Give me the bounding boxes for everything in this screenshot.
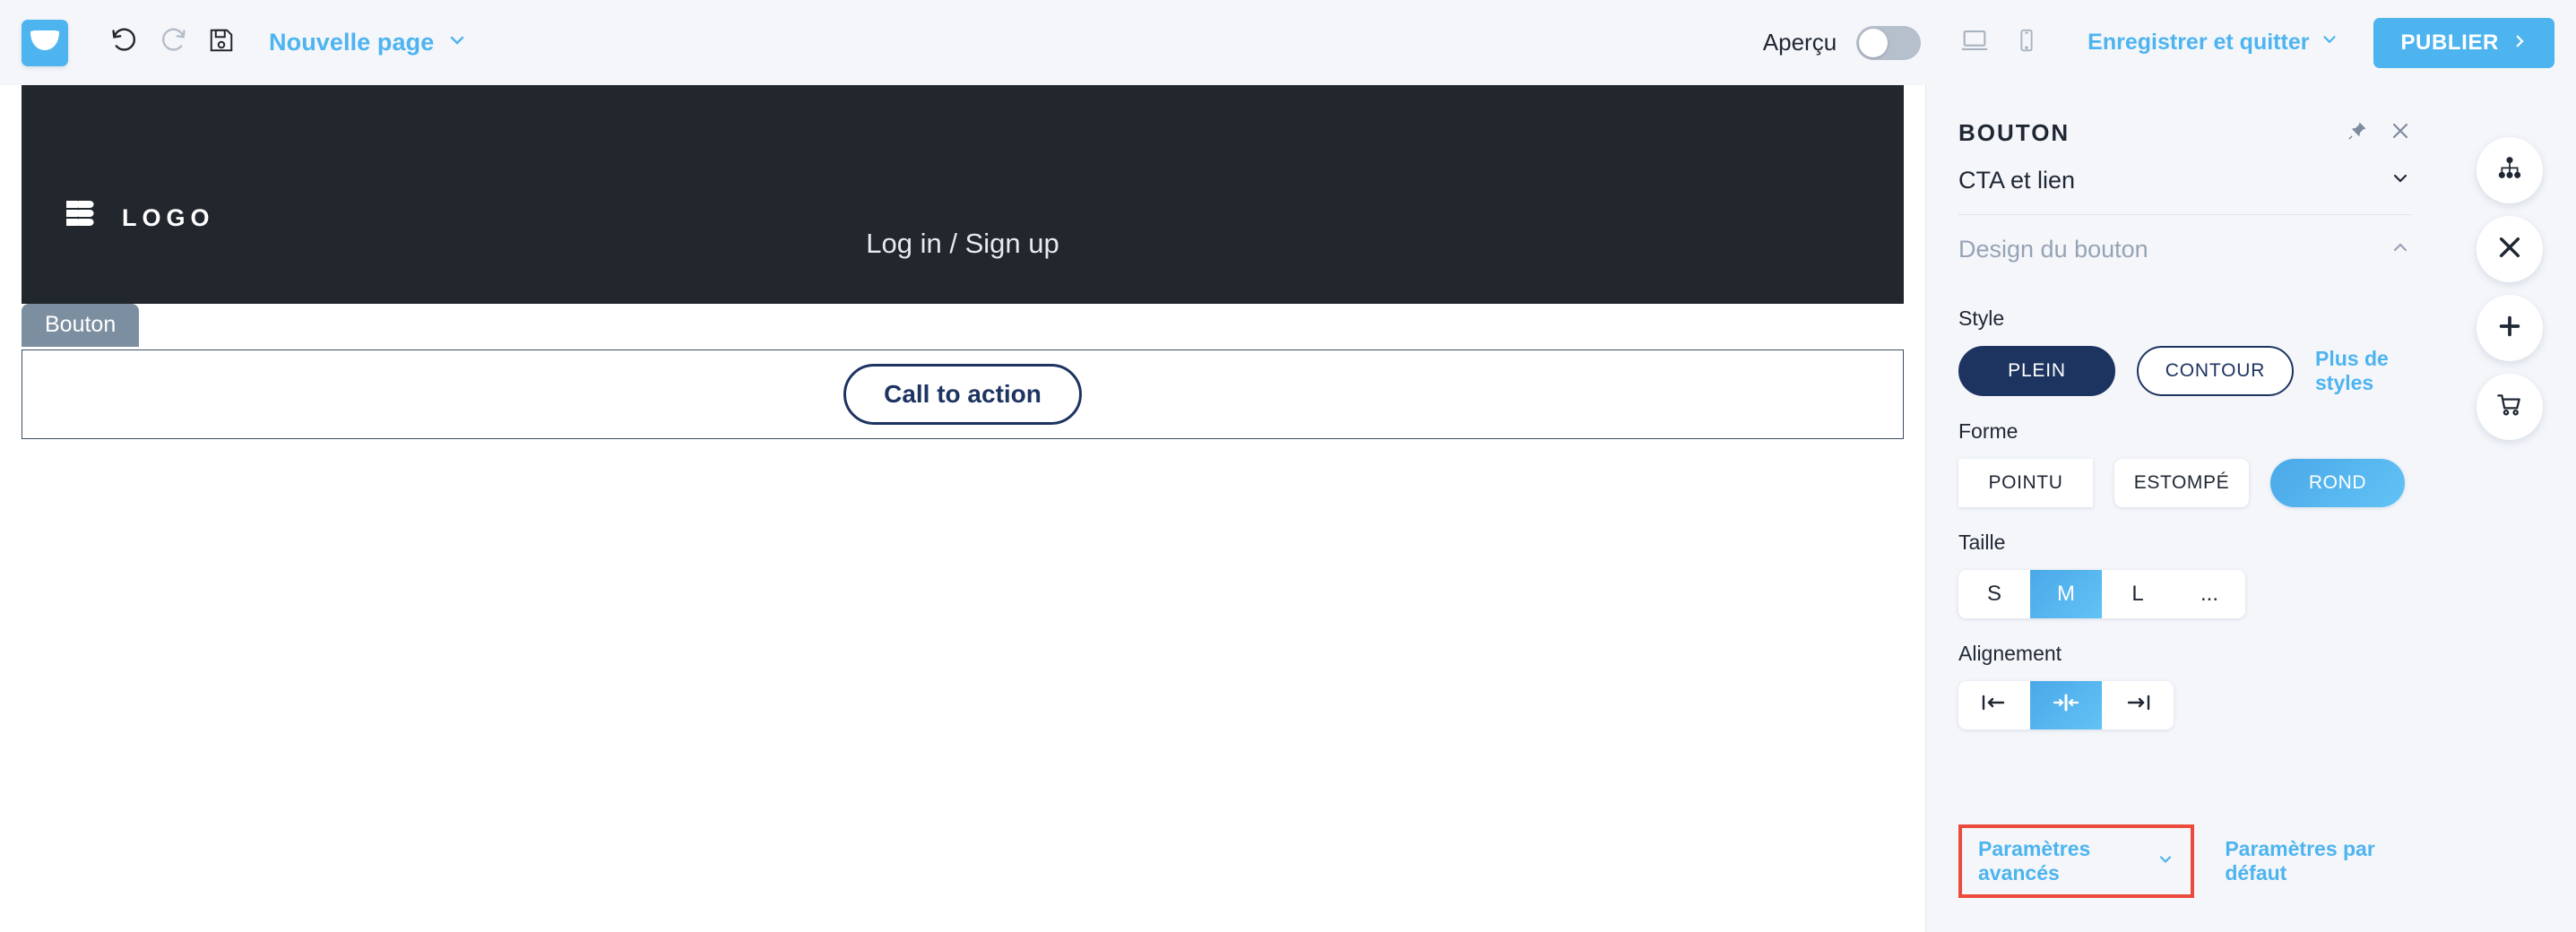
redo-button[interactable] bbox=[149, 19, 197, 67]
chevron-down-icon bbox=[2320, 30, 2339, 56]
site-header-block[interactable]: LOGO Log in / Sign up bbox=[22, 85, 1904, 304]
app-logo-button[interactable] bbox=[22, 19, 68, 66]
advanced-settings-button[interactable]: Paramètres avancés bbox=[1958, 824, 2195, 898]
redo-icon bbox=[158, 25, 188, 60]
alignement-option-center[interactable] bbox=[2030, 681, 2102, 729]
envelope-smile-logo-icon bbox=[29, 29, 61, 56]
close-icon[interactable] bbox=[2390, 120, 2411, 146]
field-alignement: Alignement bbox=[1958, 642, 2411, 729]
taille-option-more[interactable]: ... bbox=[2174, 570, 2245, 618]
alignement-segmented-control bbox=[1958, 681, 2174, 729]
section-cta-label: CTA et lien bbox=[1958, 167, 2076, 194]
style-option-plein[interactable]: PLEIN bbox=[1958, 346, 2115, 396]
chevron-down-icon bbox=[2390, 168, 2411, 194]
taille-option-l[interactable]: L bbox=[2102, 570, 2174, 618]
chevron-down-icon bbox=[446, 30, 468, 56]
rail-button-cart[interactable] bbox=[2477, 374, 2543, 440]
rail-button-add[interactable] bbox=[2477, 295, 2543, 361]
alignement-option-right[interactable] bbox=[2102, 681, 2174, 729]
save-button[interactable] bbox=[197, 19, 246, 67]
chevron-down-icon bbox=[2157, 850, 2174, 873]
more-styles-link[interactable]: Plus de styles bbox=[2315, 347, 2411, 395]
site-nav-login-signup[interactable]: Log in / Sign up bbox=[22, 85, 1904, 304]
cart-icon bbox=[2495, 391, 2524, 424]
chevron-up-icon bbox=[2390, 237, 2411, 263]
section-design-label: Design du bouton bbox=[1958, 235, 2148, 263]
page-selector[interactable]: Nouvelle page bbox=[269, 29, 468, 56]
page-name-label: Nouvelle page bbox=[269, 29, 435, 56]
toggle-knob bbox=[1859, 28, 1889, 57]
mobile-view-button[interactable] bbox=[2003, 20, 2050, 66]
preview-toggle[interactable] bbox=[1856, 25, 1922, 60]
button-settings-panel: BOUTON CTA et lien Design du bouton Styl… bbox=[1925, 85, 2443, 932]
page-canvas: LOGO Log in / Sign up Bouton Call to act… bbox=[0, 85, 1925, 932]
toolbar-right-group: Aperçu Enregistrer et quitter PUBLIER bbox=[1762, 17, 2576, 68]
panel-footer: Paramètres avancés Paramètres par défaut bbox=[1958, 824, 2411, 898]
save-and-quit-button[interactable]: Enregistrer et quitter bbox=[2088, 30, 2339, 56]
style-options: PLEIN CONTOUR Plus de styles bbox=[1958, 346, 2411, 396]
desktop-icon bbox=[1959, 25, 1990, 60]
chevron-right-icon bbox=[2511, 30, 2528, 56]
plus-icon bbox=[2495, 312, 2524, 345]
taille-option-s[interactable]: S bbox=[1958, 570, 2030, 618]
align-left-icon bbox=[1979, 693, 2010, 719]
advanced-settings-label: Paramètres avancés bbox=[1978, 837, 2091, 885]
field-forme: Forme POINTU ESTOMPÉ ROND bbox=[1958, 419, 2411, 507]
undo-button[interactable] bbox=[100, 19, 149, 67]
section-design-du-bouton[interactable]: Design du bouton bbox=[1958, 215, 2411, 283]
floppy-save-icon bbox=[208, 27, 235, 58]
taille-label: Taille bbox=[1958, 531, 2006, 554]
rail-button-sitemap[interactable] bbox=[2477, 137, 2543, 203]
close-x-icon bbox=[2495, 233, 2524, 266]
align-center-icon bbox=[2050, 693, 2082, 719]
style-label: Style bbox=[1958, 306, 2005, 330]
forme-label: Forme bbox=[1958, 419, 2018, 443]
field-taille: Taille S M L ... bbox=[1958, 531, 2411, 618]
field-style: Style PLEIN CONTOUR Plus de styles bbox=[1958, 306, 2411, 396]
publish-button[interactable]: PUBLIER bbox=[2373, 17, 2554, 68]
taille-segmented-control: S M L ... bbox=[1958, 570, 2245, 618]
taille-option-m[interactable]: M bbox=[2030, 570, 2102, 618]
toolbar-left-group: Nouvelle page bbox=[0, 19, 468, 67]
forme-option-pointu[interactable]: POINTU bbox=[1958, 459, 2093, 507]
alignement-label: Alignement bbox=[1958, 642, 2062, 665]
panel-title: BOUTON bbox=[1958, 119, 2070, 146]
default-settings-link[interactable]: Paramètres par défaut bbox=[2225, 837, 2411, 885]
publish-label: PUBLIER bbox=[2400, 30, 2499, 55]
mobile-icon bbox=[2013, 27, 2040, 58]
panel-header-actions bbox=[2347, 120, 2411, 146]
selected-block-outline[interactable]: Call to action bbox=[22, 350, 1904, 439]
align-right-icon bbox=[2122, 693, 2153, 719]
save-and-quit-label: Enregistrer et quitter bbox=[2088, 30, 2310, 55]
floating-action-rail bbox=[2443, 85, 2576, 932]
block-type-tab[interactable]: Bouton bbox=[22, 304, 140, 347]
section-cta-et-lien[interactable]: CTA et lien bbox=[1958, 147, 2411, 215]
forme-option-estompe[interactable]: ESTOMPÉ bbox=[2114, 459, 2249, 507]
sitemap-icon bbox=[2495, 154, 2524, 187]
forme-options: POINTU ESTOMPÉ ROND bbox=[1958, 459, 2411, 507]
pin-icon[interactable] bbox=[2347, 120, 2368, 146]
call-to-action-button[interactable]: Call to action bbox=[843, 364, 1082, 425]
desktop-view-button[interactable] bbox=[1951, 20, 1998, 66]
panel-header: BOUTON bbox=[1958, 85, 2411, 147]
style-option-contour[interactable]: CONTOUR bbox=[2137, 346, 2294, 396]
rail-button-close[interactable] bbox=[2477, 216, 2543, 282]
undo-icon bbox=[109, 25, 140, 60]
preview-label: Aperçu bbox=[1762, 29, 1837, 56]
forme-option-rond[interactable]: ROND bbox=[2270, 459, 2405, 507]
top-toolbar: Nouvelle page Aperçu Enregistrer et quit… bbox=[0, 0, 2576, 85]
alignement-option-left[interactable] bbox=[1958, 681, 2030, 729]
